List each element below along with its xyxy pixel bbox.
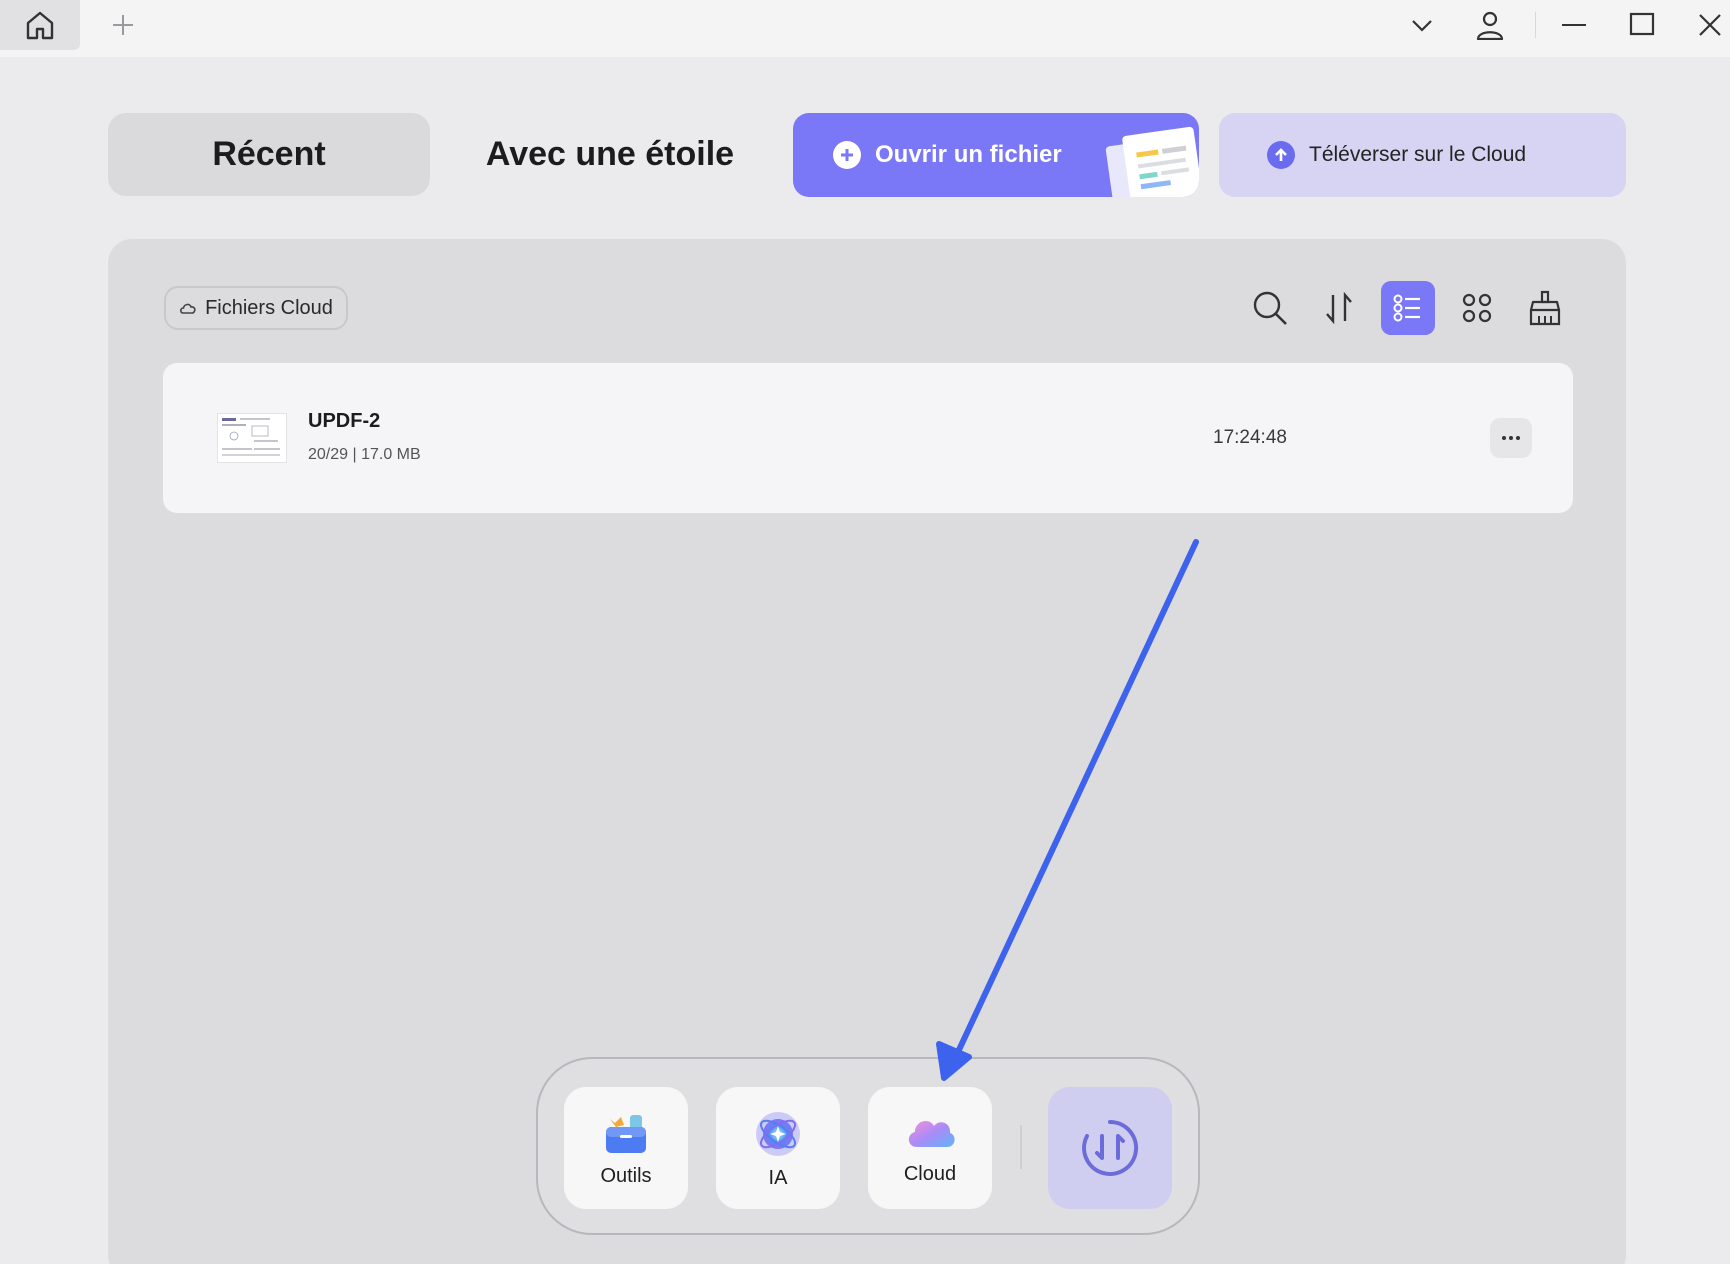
search-button[interactable] — [1243, 281, 1297, 335]
account-button[interactable] — [1468, 4, 1512, 46]
open-file-label: Ouvrir un fichier — [875, 141, 1062, 168]
sort-icon — [1326, 291, 1352, 325]
file-thumbnail — [217, 413, 287, 463]
cloud-files-label: Fichiers Cloud — [205, 296, 333, 319]
title-separator — [1535, 12, 1536, 38]
dock-label-ai: IA — [768, 1167, 788, 1189]
tab-recent[interactable]: Récent — [108, 113, 430, 196]
new-tab-button[interactable] — [106, 6, 140, 44]
ai-icon — [756, 1112, 800, 1156]
minimize-icon — [1562, 24, 1586, 26]
cloud-outline-icon — [180, 303, 196, 314]
dock-label-tools: Outils — [600, 1165, 652, 1187]
cloud-icon — [908, 1121, 955, 1147]
more-options-button[interactable] — [1490, 418, 1532, 458]
user-icon — [1476, 11, 1504, 40]
close-icon — [1699, 14, 1721, 36]
file-time: 17:24:48 — [1213, 427, 1287, 448]
close-button[interactable] — [1688, 4, 1730, 46]
documents-illustration-icon — [1105, 126, 1199, 197]
open-file-button[interactable]: Ouvrir un fichier — [793, 113, 1199, 197]
maximize-icon — [1629, 12, 1655, 36]
minimize-button[interactable] — [1552, 4, 1596, 46]
dock-item-cloud[interactable]: Cloud — [868, 1087, 992, 1209]
broom-icon — [1529, 290, 1561, 326]
maximize-button[interactable] — [1620, 4, 1664, 46]
upload-arrow-icon — [1267, 141, 1295, 169]
list-view-button[interactable] — [1381, 281, 1435, 335]
dock-item-tools[interactable]: Outils — [564, 1087, 688, 1209]
plus-icon — [113, 15, 133, 35]
dropdown-button[interactable] — [1400, 4, 1444, 46]
plus-circle-icon — [833, 141, 861, 169]
list-view-icon — [1393, 294, 1420, 322]
sort-button[interactable] — [1312, 281, 1366, 335]
sync-icon — [1082, 1120, 1139, 1176]
file-meta: 20/29 | 17.0 MB — [308, 446, 421, 463]
file-name: UPDF-2 — [308, 410, 381, 432]
clean-button[interactable] — [1518, 281, 1572, 335]
more-dots-icon — [1502, 436, 1506, 440]
file-row[interactable]: UPDF-2 20/29 | 17.0 MB 17:24:48 — [163, 363, 1573, 513]
home-tab[interactable] — [0, 0, 80, 50]
dock-label-cloud: Cloud — [903, 1163, 957, 1185]
dock-item-ai[interactable]: IA — [716, 1087, 840, 1209]
toolbox-icon — [606, 1115, 646, 1153]
dock-sync-button[interactable] — [1048, 1087, 1172, 1209]
cloud-files-chip[interactable]: Fichiers Cloud — [164, 286, 348, 330]
grid-view-button[interactable] — [1450, 281, 1504, 335]
tab-starred[interactable]: Avec une étoile — [460, 113, 760, 196]
search-icon — [1253, 291, 1287, 325]
bottom-dock: Outils IA Cloud — [536, 1057, 1200, 1235]
grid-view-icon — [1462, 293, 1492, 323]
dock-separator — [1020, 1125, 1022, 1169]
upload-cloud-label: Téléverser sur le Cloud — [1309, 143, 1527, 166]
title-bar — [0, 0, 1730, 57]
upload-cloud-button[interactable]: Téléverser sur le Cloud — [1219, 113, 1626, 197]
home-icon — [26, 11, 54, 40]
chevron-down-icon — [1412, 20, 1432, 32]
